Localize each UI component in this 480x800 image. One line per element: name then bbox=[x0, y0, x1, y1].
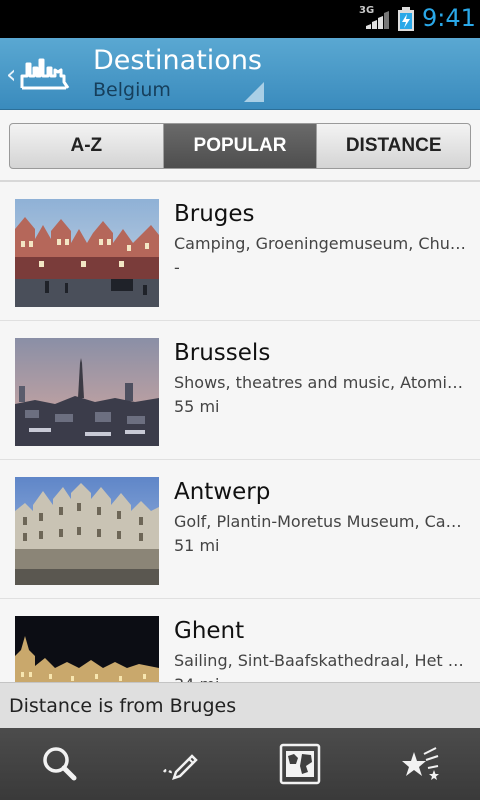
search-button[interactable] bbox=[0, 728, 120, 800]
antwerp-photo bbox=[15, 477, 159, 585]
tab-popular[interactable]: POPULAR bbox=[163, 124, 318, 168]
status-bar: 3G 9:41 bbox=[0, 0, 480, 38]
search-icon bbox=[43, 747, 77, 781]
list-item-antwerp[interactable]: Antwerp Golf, Plantin-Moretus Museum, Ca… bbox=[0, 460, 480, 599]
banner-text: Distance is from Bruges bbox=[9, 695, 237, 717]
map-button[interactable] bbox=[240, 728, 360, 800]
up-navigation-button[interactable]: ‹ bbox=[0, 38, 80, 110]
page-title: Destinations bbox=[93, 45, 263, 76]
destination-highlights: Shows, theatres and music, Atomium bbox=[174, 373, 466, 392]
action-bar: ‹ Destinations Belgium bbox=[0, 38, 480, 110]
brussels-photo bbox=[15, 338, 159, 446]
notes-button[interactable] bbox=[120, 728, 240, 800]
destination-highlights: Sailing, Sint-Baafskathedraal, Het Grave… bbox=[174, 651, 466, 670]
destination-name: Antwerp bbox=[174, 479, 271, 505]
city-skyline-logo-icon bbox=[20, 58, 70, 90]
destination-name: Brussels bbox=[174, 340, 271, 366]
edit-pencil-icon bbox=[162, 754, 198, 780]
destination-distance: 51 mi bbox=[174, 536, 220, 555]
battery-charging-icon bbox=[398, 7, 414, 31]
bruges-photo bbox=[15, 199, 159, 307]
destination-distance: - bbox=[174, 258, 180, 277]
destination-name: Ghent bbox=[174, 618, 245, 644]
destination-highlights: Golf, Plantin-Moretus Museum, Cathedral bbox=[174, 512, 466, 531]
content-area: A-Z POPULAR DISTANCE Bruges Camping, Gro… bbox=[0, 110, 480, 728]
sort-tabs: A-Z POPULAR DISTANCE bbox=[9, 123, 471, 169]
destination-name: Bruges bbox=[174, 201, 255, 227]
tab-distance[interactable]: DISTANCE bbox=[317, 124, 470, 168]
distance-info-banner: Distance is from Bruges bbox=[0, 682, 480, 728]
destination-list[interactable]: Bruges Camping, Groeningemuseum, Church … bbox=[0, 182, 480, 728]
destination-highlights: Camping, Groeningemuseum, Church of Our … bbox=[174, 234, 466, 253]
favorites-stars-icon bbox=[402, 747, 439, 780]
clock: 9:41 bbox=[422, 4, 476, 32]
country-selector[interactable]: Belgium bbox=[93, 79, 171, 101]
dropdown-triangle-icon[interactable] bbox=[244, 82, 264, 102]
bottom-toolbar bbox=[0, 728, 480, 800]
tab-a-z[interactable]: A-Z bbox=[10, 124, 164, 168]
back-chevron-icon: ‹ bbox=[6, 60, 17, 90]
favorites-button[interactable] bbox=[360, 728, 480, 800]
signal-strength-icon bbox=[366, 11, 389, 29]
list-item-bruges[interactable]: Bruges Camping, Groeningemuseum, Church … bbox=[0, 182, 480, 321]
destination-distance: 55 mi bbox=[174, 397, 220, 416]
map-icon bbox=[279, 743, 321, 785]
list-item-brussels[interactable]: Brussels Shows, theatres and music, Atom… bbox=[0, 321, 480, 460]
